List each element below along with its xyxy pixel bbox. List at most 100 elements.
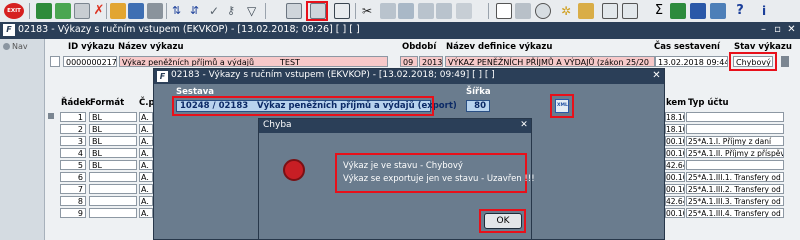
globe-icon[interactable] bbox=[535, 3, 551, 19]
grid-row-cp[interactable]: A. bbox=[139, 136, 153, 146]
grid-row-number[interactable]: 7 bbox=[60, 184, 86, 194]
grid-row-format[interactable] bbox=[89, 208, 137, 218]
grid-row-number[interactable]: 9 bbox=[60, 208, 86, 218]
info-icon[interactable]: i bbox=[756, 3, 772, 19]
grid-icon[interactable] bbox=[602, 3, 618, 19]
star-icon[interactable]: ✲ bbox=[558, 3, 574, 19]
id-vykazu-field[interactable]: 0000000217 bbox=[63, 56, 117, 67]
find-icon[interactable] bbox=[418, 3, 434, 19]
grid-row-kem[interactable]: 42.64 bbox=[665, 160, 685, 170]
grid-row-kem[interactable]: 00.10 bbox=[665, 136, 685, 146]
grid-row-format[interactable] bbox=[89, 172, 137, 182]
grid-row-kem[interactable]: 00.10 bbox=[665, 208, 685, 218]
dialog-close-icon[interactable]: ✕ bbox=[519, 120, 529, 131]
key-icon[interactable]: ⚷ bbox=[227, 3, 243, 19]
grid-row-typ[interactable] bbox=[686, 160, 784, 170]
check-icon[interactable] bbox=[110, 3, 126, 19]
grid-row-number[interactable]: 1 bbox=[60, 112, 86, 122]
grid-row-kem[interactable]: 00.10 bbox=[665, 172, 685, 182]
excel-icon[interactable] bbox=[670, 3, 686, 19]
grid-row-typ[interactable] bbox=[686, 112, 784, 122]
nazev-definice-field[interactable]: VÝKAZ PENĚŽNÍCH PŘÍJMŮ A VÝDAJŮ (zákon 2… bbox=[445, 56, 655, 67]
close-icon[interactable]: ✕ bbox=[785, 24, 798, 36]
grid-row-typ[interactable]: 25*A.1.III.2. Transfery od z bbox=[686, 184, 784, 194]
maximize-icon[interactable]: ▫ bbox=[771, 24, 784, 36]
export-icon[interactable] bbox=[334, 3, 350, 19]
grid-scroll-icon[interactable] bbox=[48, 113, 54, 119]
grid-row-cp[interactable]: A. bbox=[139, 172, 153, 182]
tool-icon[interactable] bbox=[128, 3, 144, 19]
grid-row-cp[interactable]: A. bbox=[139, 112, 153, 122]
obdobi-year-field[interactable]: 2013 bbox=[419, 56, 443, 67]
grid-row-number[interactable]: 3 bbox=[60, 136, 86, 146]
calculator-icon[interactable] bbox=[456, 3, 472, 19]
grid-row-format[interactable] bbox=[89, 184, 137, 194]
sirka-field[interactable]: 80 bbox=[466, 100, 490, 112]
grid-row-format[interactable]: BL bbox=[89, 160, 137, 170]
word-icon[interactable] bbox=[690, 3, 706, 19]
sort-asc-icon[interactable]: ⇅ bbox=[172, 3, 188, 19]
grid-row-typ[interactable]: 25*A.1.III.3. Transfery od z bbox=[686, 196, 784, 206]
find-next-icon[interactable] bbox=[436, 3, 452, 19]
print-icon[interactable] bbox=[286, 3, 302, 19]
new-record-icon[interactable] bbox=[55, 3, 71, 19]
main-scroll-arrow-icon[interactable] bbox=[781, 56, 789, 67]
grid-row-cp[interactable]: A. bbox=[139, 148, 153, 158]
grid-row-typ[interactable]: 25*A.1.III.4. Transfery od z bbox=[686, 208, 784, 218]
filter-icon[interactable]: ▽ bbox=[247, 3, 263, 19]
grid-row-kem[interactable]: 18.10 bbox=[665, 124, 685, 134]
grid-row-kem[interactable]: 00.10 bbox=[665, 148, 685, 158]
grid-row-cp[interactable]: A. bbox=[139, 196, 153, 206]
grid-row-format[interactable] bbox=[89, 196, 137, 206]
minimize-icon[interactable]: – bbox=[757, 24, 770, 36]
nav-icon[interactable] bbox=[3, 43, 10, 50]
save-icon[interactable] bbox=[36, 3, 52, 19]
grid-row-format[interactable]: BL bbox=[89, 124, 137, 134]
error-dialog: Chyba ✕ Výkaz je ve stavu - Chybový Výka… bbox=[258, 118, 535, 240]
grid-row-typ[interactable] bbox=[686, 124, 784, 134]
row-selector[interactable] bbox=[50, 56, 60, 67]
grid-row-cp[interactable]: A. bbox=[139, 208, 153, 218]
obdobi-month-field[interactable]: 09 bbox=[400, 56, 418, 67]
sort-desc-icon[interactable]: ⇵ bbox=[190, 3, 206, 19]
sub-close-icon[interactable]: ✕ bbox=[651, 70, 662, 82]
grid-row-number[interactable]: 8 bbox=[60, 196, 86, 206]
folder-icon[interactable] bbox=[578, 3, 594, 19]
grid-row-kem[interactable]: 18.10 bbox=[665, 112, 685, 122]
grid-row-cp[interactable]: A. bbox=[139, 160, 153, 170]
refresh-icon[interactable]: ✓ bbox=[209, 3, 225, 19]
dialog-title-bar[interactable]: Chyba ✕ bbox=[259, 119, 531, 133]
grid-row-number[interactable]: 5 bbox=[60, 160, 86, 170]
grid-row-typ[interactable]: 25*A.1.I. Příjmy z daní bbox=[686, 136, 784, 146]
copy-icon[interactable] bbox=[380, 3, 396, 19]
paste-icon[interactable] bbox=[398, 3, 414, 19]
cut-icon[interactable]: ✂ bbox=[362, 3, 378, 19]
grid-row-format[interactable]: BL bbox=[89, 112, 137, 122]
grid-row-typ[interactable]: 25*A.1.III.1. Transfery od z bbox=[686, 172, 784, 182]
main-window-title-bar[interactable]: F 02183 - Výkazy s ručním vstupem (EKVKO… bbox=[0, 22, 800, 39]
calendar-icon[interactable] bbox=[496, 3, 512, 19]
grid-row-format[interactable]: BL bbox=[89, 136, 137, 146]
cas-sestaveni-field[interactable]: 13.02.2018 09:44:5 bbox=[655, 56, 728, 67]
grid-row-kem[interactable]: 42.64 bbox=[665, 196, 685, 206]
grid-icon[interactable] bbox=[622, 3, 638, 19]
document-icon[interactable] bbox=[710, 3, 726, 19]
delete-icon[interactable] bbox=[147, 3, 163, 19]
nav-label[interactable]: Nav bbox=[12, 42, 28, 51]
help-icon[interactable] bbox=[515, 3, 531, 19]
grid-row-kem[interactable]: 00.10 bbox=[665, 184, 685, 194]
sum-icon[interactable]: Σ bbox=[651, 3, 667, 19]
grid-row-number[interactable]: 2 bbox=[60, 124, 86, 134]
undo-icon[interactable]: ✗ bbox=[91, 3, 107, 19]
nazev-vykazu-field[interactable]: Výkaz peněžních příjmů a výdajů TEST bbox=[119, 56, 388, 67]
grid-row-format[interactable]: BL bbox=[89, 148, 137, 158]
grid-row-number[interactable]: 4 bbox=[60, 148, 86, 158]
help-question-icon[interactable]: ? bbox=[732, 3, 748, 19]
delete-record-icon[interactable] bbox=[74, 3, 90, 19]
grid-row-typ[interactable]: 25*A.1.II. Příjmy z příspěvk bbox=[686, 148, 784, 158]
grid-row-cp[interactable]: A. bbox=[139, 124, 153, 134]
exit-button[interactable]: EXIT bbox=[4, 3, 24, 19]
grid-row-cp[interactable]: A. bbox=[139, 184, 153, 194]
grid-row-number[interactable]: 6 bbox=[60, 172, 86, 182]
sub-window-title-bar[interactable]: F 02183 - Výkazy s ručním vstupem (EKVKO… bbox=[154, 69, 664, 84]
